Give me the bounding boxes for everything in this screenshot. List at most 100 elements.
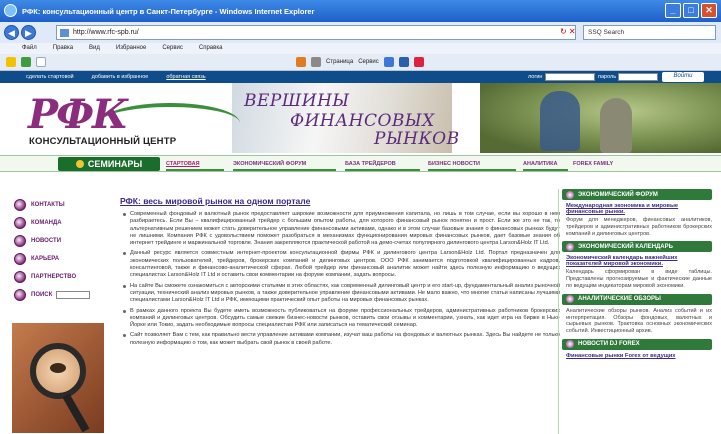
webpage: сделать стартовой добавить в избранное о… — [0, 71, 721, 434]
eye — [50, 363, 66, 373]
section-text: Аналитические обзоры рынков. Анализ собы… — [566, 307, 712, 335]
bullet-icon — [566, 242, 574, 251]
nav-analytics[interactable]: АНАЛИТИКА — [523, 161, 557, 167]
bullet-icon — [14, 289, 26, 301]
tab-icon[interactable] — [36, 57, 46, 67]
bullet-icon — [14, 199, 26, 211]
nav-economic-forum[interactable]: ЭКОНОМИЧЕСКИЙ ФОРУМ — [233, 161, 306, 167]
magnifier-handle — [62, 393, 90, 433]
site-topbar: сделать стартовой добавить в избранное о… — [0, 71, 721, 83]
section-header-analytics[interactable]: АНАЛИТИЧЕСКИЕ ОБЗОРЫ — [562, 293, 712, 305]
maximize-button[interactable]: □ — [683, 3, 699, 18]
sidebar-item-label: ПАРТНЕРСТВО — [31, 274, 77, 280]
help-icon[interactable] — [383, 57, 394, 67]
section-header-label: АНАЛИТИЧЕСКИЕ ОБЗОРЫ — [578, 296, 661, 303]
back-button[interactable]: ◀ — [4, 25, 19, 40]
nav-divider — [233, 169, 336, 171]
toolbar-extra-icon[interactable] — [398, 57, 409, 67]
nav-traders-base[interactable]: БАЗА ТРЕЙДЕРОВ — [345, 161, 396, 167]
magnifier-photo — [12, 323, 104, 433]
menu-help[interactable]: Справка — [199, 43, 223, 54]
print-icon[interactable] — [311, 57, 321, 67]
sidebar-item-team[interactable]: КОМАНДА — [14, 214, 104, 232]
window-title-bar: РФК: консультационный центр в Санкт-Пете… — [0, 0, 721, 22]
section-header-label: ЭКОНОМИЧЕСКИЙ ФОРУМ — [578, 191, 658, 198]
login-input[interactable] — [545, 73, 595, 81]
paragraph: Данный ресурс является совместным интерн… — [120, 250, 560, 279]
section-link[interactable]: Международная экономика и мировые финанс… — [566, 203, 712, 215]
search-label: ПОИСК — [31, 292, 53, 298]
seminars-button[interactable]: СЕМИНАРЫ — [58, 157, 160, 171]
menu-bar: Файл Правка Вид Избранное Сервис Справка — [0, 43, 721, 54]
paragraph: На сайте Вы сможете ознакомиться с автор… — [120, 283, 560, 305]
main-title[interactable]: РФК: весь мировой рынок на одном портале — [120, 196, 560, 206]
site-search-input[interactable] — [56, 291, 91, 299]
site-sidebar: КОНТАКТЫ КОМАНДА НОВОСТИ КАРЬЕРА ПАРТНЕР… — [14, 196, 104, 304]
close-button[interactable]: ✕ — [701, 3, 717, 18]
section-text: Форум для менеджеров, финансовых аналити… — [566, 217, 712, 237]
address-bar-row: ◀ ▶ http://www.rfc-spb.ru/ ↻ ✕ SSQ Searc… — [0, 22, 721, 43]
make-homepage-link[interactable]: сделать стартовой — [26, 74, 74, 80]
sidebar-search: ПОИСК — [14, 286, 104, 304]
nav-forex-family[interactable]: FOREX FAMILY — [573, 161, 613, 167]
nav-start[interactable]: СТАРТОВАЯ — [166, 161, 200, 167]
slogan-line-1: ВЕРШИНЫ — [244, 91, 350, 111]
add-to-favorites-link[interactable]: добавить в избранное — [92, 74, 149, 80]
address-url: http://www.rfc-spb.ru/ — [73, 29, 139, 36]
header-figure-2 — [600, 98, 632, 153]
sidebar-item-contacts[interactable]: КОНТАКТЫ — [14, 196, 104, 214]
sidebar-item-label: НОВОСТИ — [31, 238, 62, 244]
section-header-calendar[interactable]: ЭКОНОМИЧЕСКИЙ КАЛЕНДАРЬ — [562, 241, 712, 253]
bullet-icon — [14, 235, 26, 247]
nav-divider — [345, 169, 420, 171]
address-input[interactable]: http://www.rfc-spb.ru/ — [56, 25, 576, 40]
bullet-icon — [14, 217, 26, 229]
home-icon[interactable] — [281, 57, 291, 67]
sidebar-item-career[interactable]: КАРЬЕРА — [14, 250, 104, 268]
password-label: пароль — [598, 74, 617, 80]
site-logo[interactable]: РФК — [28, 91, 128, 138]
menu-favorites[interactable]: Избранное — [116, 43, 146, 54]
sidebar-item-partnership[interactable]: ПАРТНЕРСТВО — [14, 268, 104, 286]
toolbar-extra-icon-2[interactable] — [413, 57, 424, 67]
seminars-icon — [75, 160, 84, 168]
menu-edit[interactable]: Правка — [53, 43, 73, 54]
logo-subtitle: КОНСУЛЬТАЦИОННЫЙ ЦЕНТР — [29, 136, 177, 147]
bullet-icon — [566, 340, 574, 349]
favorites-star-icon[interactable] — [6, 57, 16, 67]
nav-business-news[interactable]: БИЗНЕС НОВОСТИ — [428, 161, 480, 167]
nav-divider — [523, 169, 568, 171]
main-content: РФК: весь мировой рынок на одном портале… — [120, 196, 560, 350]
sidebar-item-label: КОНТАКТЫ — [31, 202, 65, 208]
rss-icon[interactable] — [296, 57, 306, 67]
feedback-link[interactable]: обратная связь — [166, 74, 205, 80]
add-favorites-icon[interactable] — [21, 57, 31, 67]
page-menu[interactable]: Страница — [326, 59, 353, 65]
section-header-forum[interactable]: ЭКОНОМИЧЕСКИЙ ФОРУМ — [562, 189, 712, 200]
paragraph: В рамках данного проекта Вы будете иметь… — [120, 308, 560, 330]
refresh-stop-icons[interactable]: ↻ ✕ — [560, 27, 576, 36]
login-button[interactable]: Войти — [662, 72, 704, 82]
section-header-dj-forex[interactable]: НОВОСТИ DJ FOREX — [562, 338, 712, 350]
forward-button[interactable]: ▶ — [21, 25, 36, 40]
paragraph: Сайт позволяет Вам с тем, как правильно … — [120, 332, 560, 347]
section-link[interactable]: Финансовые рынки Forex от ведущих — [566, 353, 712, 359]
site-nav: СЕМИНАРЫ СТАРТОВАЯ ЭКОНОМИЧЕСКИЙ ФОРУМ Б… — [0, 155, 721, 172]
sidebar-item-news[interactable]: НОВОСТИ — [14, 232, 104, 250]
password-input[interactable] — [618, 73, 658, 81]
bullet-icon — [566, 295, 574, 304]
minimize-button[interactable]: _ — [665, 3, 681, 18]
menu-file[interactable]: Файл — [22, 43, 37, 54]
menu-view[interactable]: Вид — [89, 43, 100, 54]
nav-divider — [166, 169, 224, 171]
section-link[interactable]: Экономический календарь важнейших показа… — [566, 255, 712, 267]
menu-tools[interactable]: Сервис — [162, 43, 183, 54]
command-bar: Страница Сервис — [0, 54, 721, 71]
slogan-line-3: РЫНКОВ — [374, 129, 460, 149]
search-engine-input[interactable]: SSQ Search — [583, 25, 716, 40]
section-header-label: ЭКОНОМИЧЕСКИЙ КАЛЕНДАРЬ — [578, 243, 673, 250]
site-header: РФК КОНСУЛЬТАЦИОННЫЙ ЦЕНТР ВЕРШИНЫ ФИНАН… — [0, 83, 721, 153]
login-label: логин — [528, 74, 543, 80]
tools-menu[interactable]: Сервис — [358, 59, 379, 65]
header-figure — [540, 91, 580, 151]
